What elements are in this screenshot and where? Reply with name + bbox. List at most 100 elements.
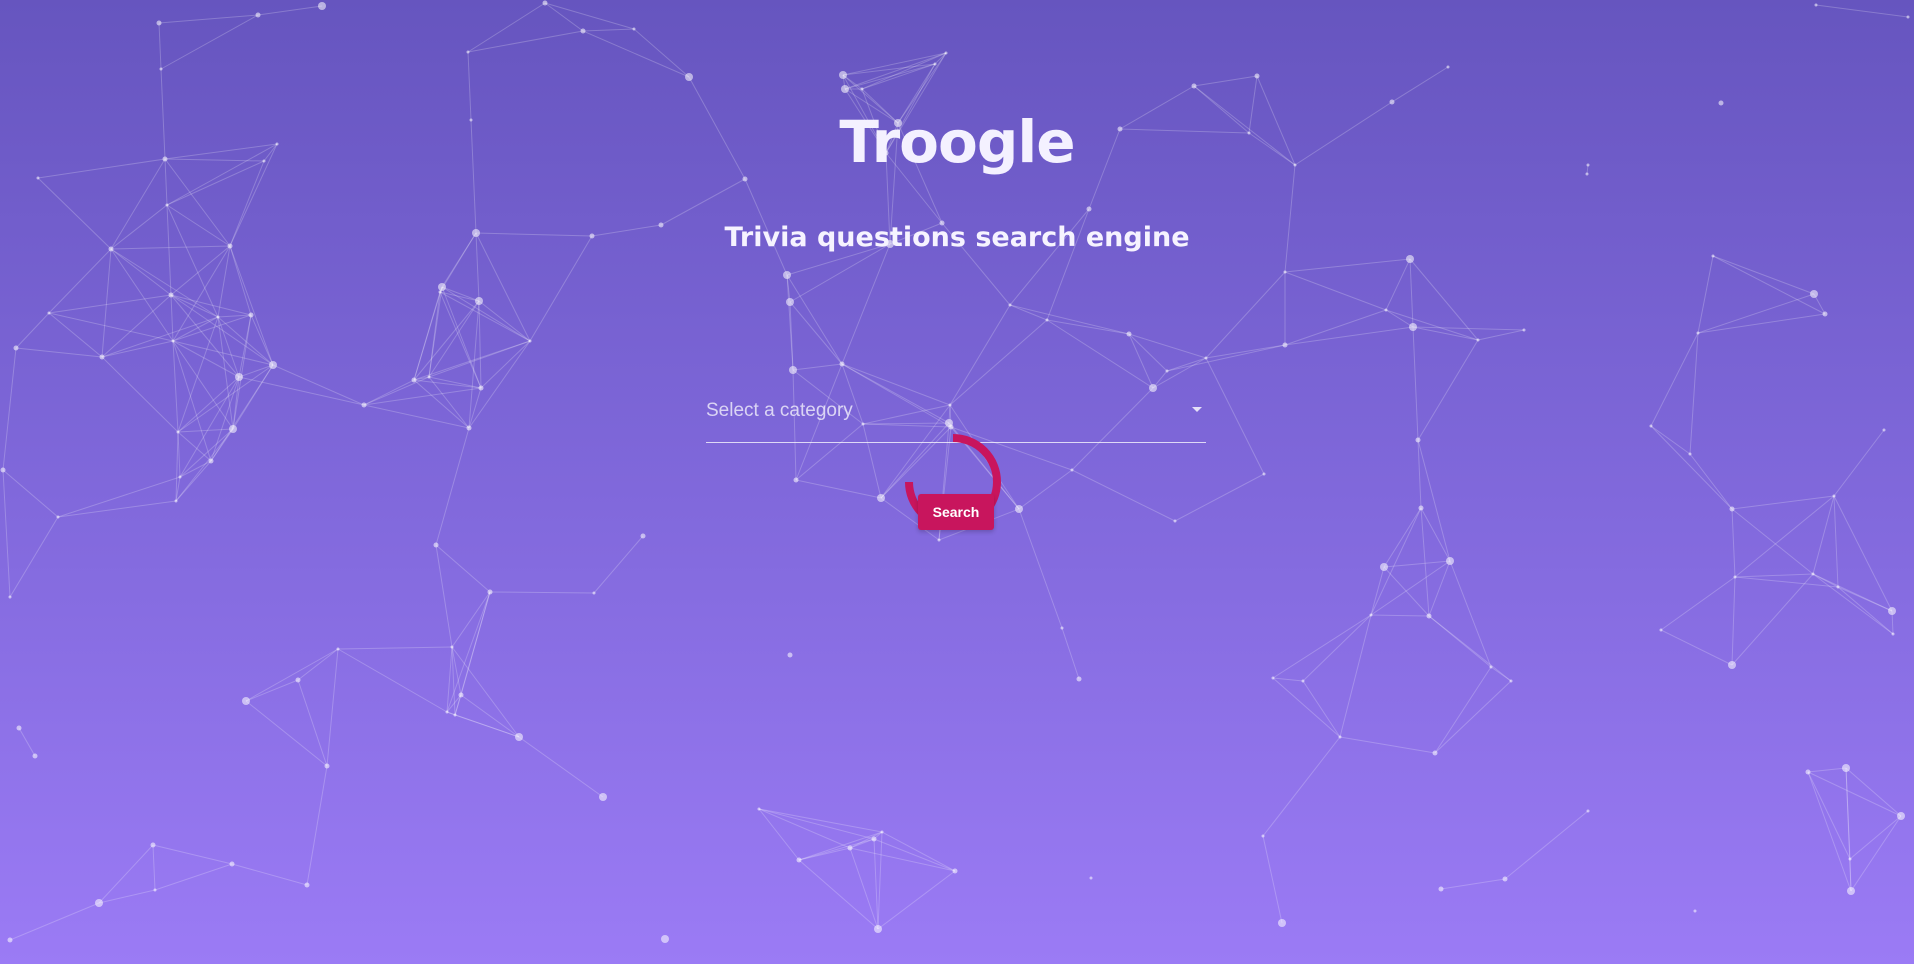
network-node (487, 589, 493, 595)
network-link (245, 700, 328, 767)
network-link (1807, 767, 1847, 773)
network-node (1711, 254, 1715, 258)
network-link (1385, 258, 1411, 311)
network-link (172, 340, 234, 430)
network-link (489, 591, 595, 594)
network-link (158, 22, 162, 70)
network-link (1434, 666, 1492, 754)
network-node (1842, 764, 1850, 772)
network-node (847, 845, 853, 851)
network-link (789, 301, 843, 365)
network-node (1848, 857, 1852, 861)
network-node (1659, 628, 1663, 632)
network-link (170, 245, 231, 296)
network-link (1697, 255, 1714, 334)
network-link (1731, 576, 1736, 666)
network-link (1166, 344, 1286, 372)
network-link (460, 694, 520, 738)
caret-down-icon[interactable] (1192, 407, 1202, 412)
network-node (1389, 99, 1395, 105)
network-link (1339, 736, 1436, 754)
network-link (1370, 614, 1430, 617)
network-node (99, 354, 105, 360)
network-node (1432, 750, 1438, 756)
network-link (1731, 508, 1736, 578)
network-link (1812, 573, 1893, 612)
network-node (324, 763, 330, 769)
network-node (1832, 494, 1836, 498)
network-node (661, 935, 669, 943)
network-node (478, 385, 484, 391)
network-link (446, 591, 491, 713)
network-link (48, 312, 174, 342)
network-node (1446, 557, 1454, 565)
network-link (101, 294, 172, 358)
network-link (297, 679, 328, 767)
network-link (1650, 332, 1699, 427)
network-node (1204, 356, 1208, 360)
network-node (1446, 65, 1450, 69)
network-link (101, 340, 174, 358)
network-node (13, 345, 19, 351)
network-link (1417, 339, 1479, 441)
network-link (1697, 313, 1826, 334)
network-link (297, 648, 339, 681)
network-node (1060, 626, 1064, 630)
network-link (1734, 573, 1814, 578)
network-node (786, 298, 794, 306)
network-link (435, 427, 470, 546)
network-link (101, 248, 112, 358)
network-link (792, 363, 843, 371)
network-node (1191, 83, 1197, 89)
network-link (518, 736, 604, 798)
network-node (229, 425, 237, 433)
network-link (1391, 66, 1449, 103)
network-link (877, 831, 883, 930)
network-link (1284, 309, 1387, 346)
network-link (1812, 573, 1894, 635)
network-node (1836, 585, 1840, 589)
network-node (295, 677, 301, 683)
network-link (1193, 75, 1258, 87)
network-link (1420, 507, 1430, 617)
network-node (255, 12, 261, 18)
network-node (1509, 679, 1513, 683)
network-link (881, 831, 956, 872)
network-link (2, 347, 17, 471)
network-node (153, 888, 157, 892)
network-link (1284, 258, 1411, 273)
network-link (582, 30, 690, 78)
network-node (1254, 73, 1260, 79)
network-link (110, 248, 174, 342)
network-link (1689, 453, 1733, 510)
network-node (1733, 575, 1737, 579)
network-link (158, 14, 259, 24)
network-node (783, 271, 791, 279)
network-link (101, 356, 179, 433)
network-node (542, 0, 548, 6)
network-node (528, 339, 532, 343)
network-link (18, 727, 36, 757)
network-link (1845, 767, 1902, 817)
network-link (1434, 680, 1512, 754)
network-node (1008, 303, 1012, 307)
network-link (798, 831, 883, 861)
network-link (229, 245, 252, 316)
network-node (1173, 519, 1177, 523)
network-node (453, 713, 457, 717)
network-node (304, 882, 310, 888)
network-link (478, 300, 531, 342)
network-link (1302, 614, 1372, 682)
network-node (1522, 328, 1526, 332)
network-node (1696, 331, 1700, 335)
network-link (1018, 508, 1063, 629)
network-node (1810, 290, 1818, 298)
network-link (758, 808, 883, 833)
network-node (1438, 886, 1444, 892)
network-node (1906, 15, 1910, 19)
network-node (1882, 428, 1886, 432)
network-link (15, 347, 103, 358)
network-node (880, 830, 884, 834)
network-link (245, 679, 299, 702)
search-button[interactable]: Search (918, 494, 994, 530)
